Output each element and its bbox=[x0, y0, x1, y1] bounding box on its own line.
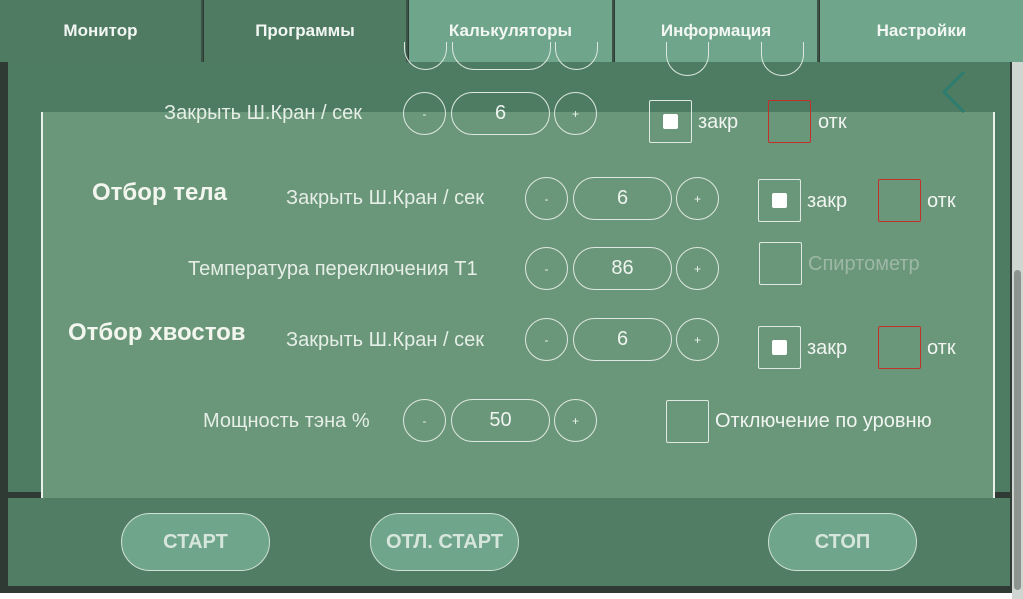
alcoholmeter-checkbox[interactable] bbox=[759, 242, 802, 285]
valve-close-label: Закрыть Ш.Кран / сек bbox=[164, 102, 362, 124]
heater-power-value[interactable]: 50 bbox=[451, 399, 550, 442]
tails-close-checkbox[interactable] bbox=[758, 326, 801, 369]
tails-close-label: закр bbox=[807, 337, 848, 359]
alcoholmeter-label: Спиртометр bbox=[808, 253, 920, 275]
valve-close-value[interactable]: 6 bbox=[451, 92, 550, 135]
bottom-edge bbox=[0, 593, 1012, 599]
switch-temp-label: Температура переключения Т1 bbox=[188, 258, 478, 280]
checkbox-mark bbox=[772, 193, 787, 208]
stop-button[interactable]: СТОП bbox=[768, 513, 917, 571]
checkbox-mark bbox=[663, 114, 678, 129]
level-shutdown-label: Отключение по уровню bbox=[715, 410, 932, 432]
body-open-label: отк bbox=[927, 190, 956, 212]
checkbox-mark bbox=[772, 340, 787, 355]
scrollbar-thumb[interactable] bbox=[1014, 270, 1021, 590]
heater-power-minus-button[interactable]: - bbox=[403, 399, 446, 442]
tails-minus-button[interactable]: - bbox=[525, 318, 568, 361]
switch-temp-plus-button[interactable]: + bbox=[676, 247, 719, 290]
tab-programs[interactable]: Программы bbox=[204, 0, 408, 62]
body-plus-button[interactable]: + bbox=[676, 177, 719, 220]
valve-close-plus-button[interactable]: + bbox=[554, 92, 597, 135]
tails-value[interactable]: 6 bbox=[573, 318, 672, 361]
chevron-left-icon[interactable] bbox=[938, 70, 972, 114]
valve-close-minus-button[interactable]: - bbox=[403, 92, 446, 135]
body-valve-close-label: Закрыть Ш.Кран / сек bbox=[286, 187, 484, 209]
switch-temp-value[interactable]: 86 bbox=[573, 247, 672, 290]
tails-valve-close-label: Закрыть Ш.Кран / сек bbox=[286, 329, 484, 351]
switch-temp-minus-button[interactable]: - bbox=[525, 247, 568, 290]
heater-power-label: Мощность тэна % bbox=[203, 410, 370, 432]
delayed-start-button[interactable]: ОТЛ. СТАРТ bbox=[370, 513, 519, 571]
tab-settings[interactable]: Настройки bbox=[820, 0, 1023, 62]
body-value[interactable]: 6 bbox=[573, 177, 672, 220]
start-button[interactable]: СТАРТ bbox=[121, 513, 270, 571]
tails-open-box[interactable] bbox=[878, 326, 921, 369]
section-tails-title: Отбор хвостов bbox=[68, 319, 246, 346]
tails-open-label: отк bbox=[927, 337, 956, 359]
body-close-label: закр bbox=[807, 190, 848, 212]
tab-monitor[interactable]: Монитор bbox=[0, 0, 203, 62]
body-open-box[interactable] bbox=[878, 179, 921, 222]
tails-plus-button[interactable]: + bbox=[676, 318, 719, 361]
valve-open-box[interactable] bbox=[768, 100, 811, 143]
partial-value-box bbox=[452, 42, 551, 70]
valve-close-checkbox[interactable] bbox=[649, 100, 692, 143]
level-shutdown-checkbox[interactable] bbox=[666, 400, 709, 443]
valve-close-checkbox-label: закр bbox=[698, 111, 739, 133]
body-minus-button[interactable]: - bbox=[525, 177, 568, 220]
section-body-title: Отбор тела bbox=[92, 179, 227, 206]
heater-power-plus-button[interactable]: + bbox=[554, 399, 597, 442]
valve-open-label: отк bbox=[818, 111, 847, 133]
body-close-checkbox[interactable] bbox=[758, 179, 801, 222]
